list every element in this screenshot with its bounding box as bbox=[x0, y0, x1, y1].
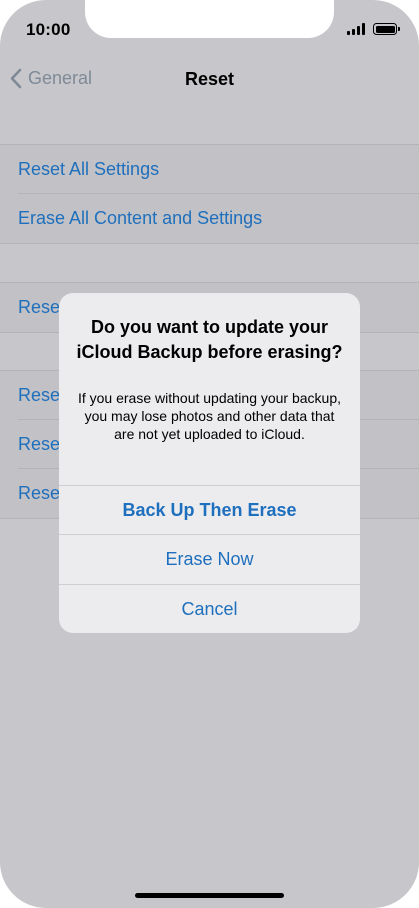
navigation-bar: General Reset bbox=[0, 58, 419, 102]
backup-alert-dialog: Do you want to update your iCloud Backup… bbox=[59, 293, 360, 633]
back-up-then-erase-button[interactable]: Back Up Then Erase bbox=[59, 485, 360, 534]
divider bbox=[0, 243, 419, 244]
erase-now-button[interactable]: Erase Now bbox=[59, 534, 360, 583]
cellular-signal-icon bbox=[347, 23, 365, 35]
reset-all-settings-row[interactable]: Reset All Settings bbox=[0, 145, 419, 194]
notch bbox=[85, 0, 334, 38]
status-time: 10:00 bbox=[26, 20, 71, 39]
phone-screen: 10:00 General Reset Reset All Settings E… bbox=[0, 0, 419, 908]
status-icons bbox=[347, 23, 400, 35]
alert-title: Do you want to update your iCloud Backup… bbox=[76, 317, 343, 362]
page-title: Reset bbox=[184, 69, 235, 89]
erase-all-content-row[interactable]: Erase All Content and Settings bbox=[0, 194, 419, 243]
cancel-button[interactable]: Cancel bbox=[59, 584, 360, 633]
home-indicator[interactable] bbox=[135, 893, 284, 898]
settings-group-1: Reset All Settings Erase All Content and… bbox=[0, 145, 419, 243]
battery-icon bbox=[373, 23, 400, 35]
alert-message: If you erase without updating your backu… bbox=[77, 390, 342, 442]
